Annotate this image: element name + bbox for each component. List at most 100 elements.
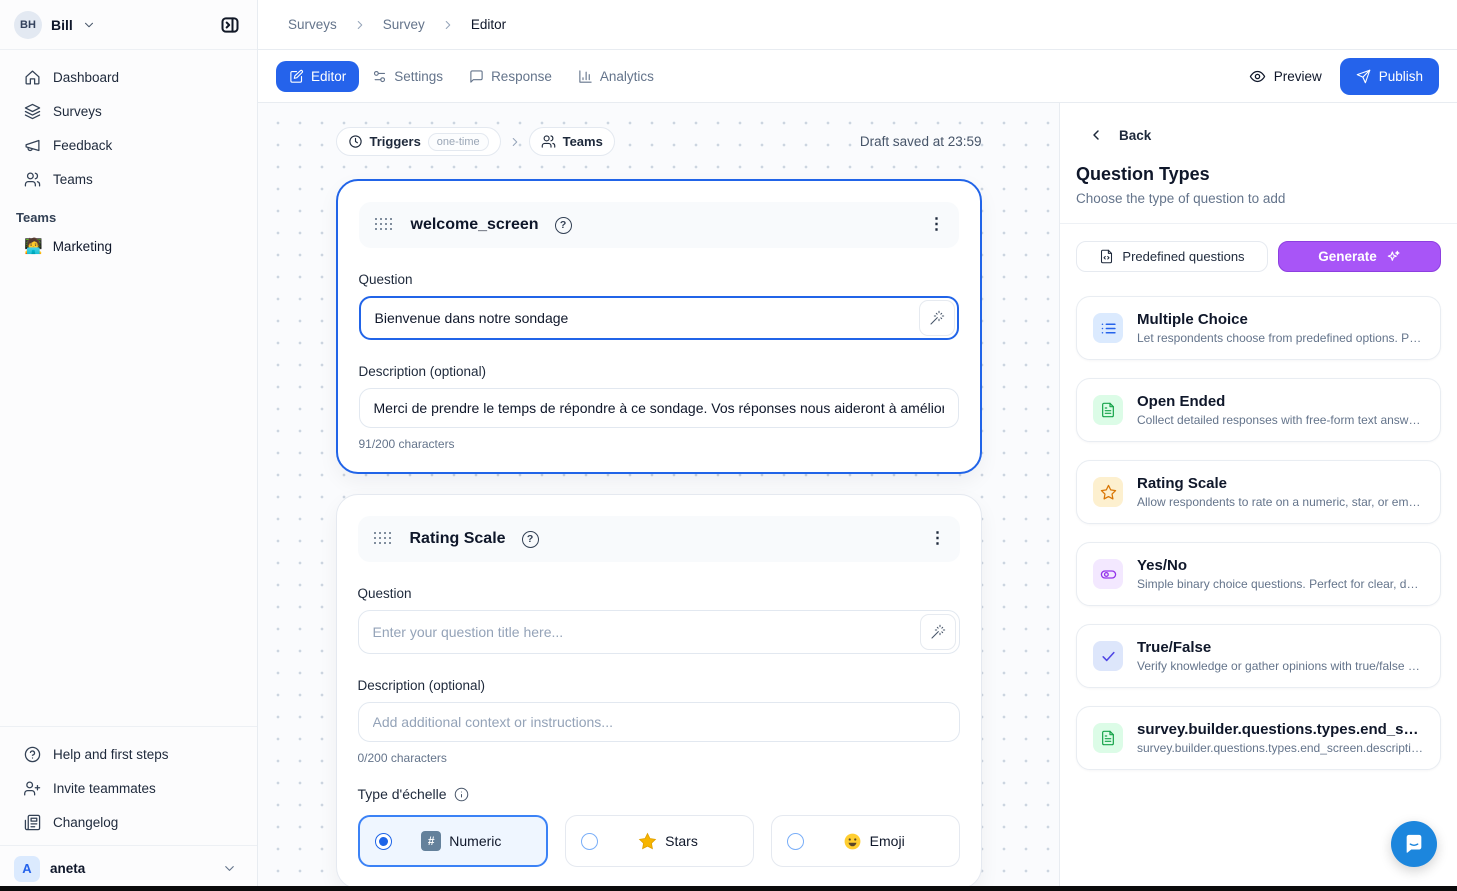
teams-pill-label: Teams — [563, 134, 603, 149]
kebab-menu-icon[interactable]: ⋮ — [930, 531, 946, 547]
sidebar-item-teams[interactable]: Teams — [0, 162, 257, 196]
sidebar-item-invite[interactable]: Invite teammates — [0, 771, 257, 805]
question-type-yes-no[interactable]: Yes/No Simple binary choice questions. P… — [1076, 542, 1441, 606]
chevron-down-icon — [222, 861, 237, 876]
drag-handle-icon[interactable] — [374, 532, 394, 547]
layers-icon — [24, 103, 41, 120]
triggers-pill[interactable]: Triggers one-time — [336, 127, 501, 156]
kebab-menu-icon[interactable]: ⋮ — [929, 217, 945, 233]
settings-icon — [372, 69, 387, 84]
panel-collapse-icon — [220, 15, 240, 35]
question-title-input[interactable] — [358, 610, 960, 654]
file-code-icon — [1099, 249, 1114, 264]
users-icon — [24, 171, 41, 188]
user-name: aneta — [50, 861, 85, 876]
chat-widget-button[interactable] — [1391, 821, 1437, 867]
workspace-switcher[interactable]: BH Bill — [0, 0, 257, 50]
scale-type-label: Type d'échelle — [358, 786, 447, 802]
magic-wand-button[interactable] — [920, 614, 956, 650]
content-row: Triggers one-time Teams Draft saved at 2… — [258, 103, 1457, 891]
chevron-left-icon — [1088, 127, 1104, 143]
tab-settings[interactable]: Settings — [359, 61, 456, 92]
sidebar-item-feedback[interactable]: Feedback — [0, 128, 257, 162]
teams-pill[interactable]: Teams — [529, 127, 615, 156]
newspaper-icon — [24, 814, 41, 831]
question-title-input[interactable] — [359, 296, 959, 340]
question-label: Question — [359, 272, 959, 287]
scale-option-numeric[interactable]: # Numeric — [358, 815, 549, 867]
drag-handle-icon[interactable] — [375, 218, 395, 233]
sidebar-collapse-button[interactable] — [215, 10, 245, 40]
tab-label: Editor — [311, 69, 346, 84]
preview-button[interactable]: Preview — [1249, 68, 1322, 85]
scale-option-stars[interactable]: Stars — [565, 815, 754, 867]
question-label: Question — [358, 586, 960, 601]
predefined-questions-button[interactable]: Predefined questions — [1076, 241, 1268, 272]
sidebar-item-help[interactable]: Help and first steps — [0, 737, 257, 771]
info-icon[interactable] — [454, 787, 469, 802]
question-type-end-screen[interactable]: survey.builder.questions.types.end_scr..… — [1076, 706, 1441, 770]
breadcrumb-surveys[interactable]: Surveys — [288, 17, 337, 32]
user-menu[interactable]: A aneta — [0, 845, 257, 891]
help-circle-icon[interactable]: ? — [555, 217, 572, 234]
number-keycap-icon: # — [421, 831, 441, 851]
char-count: 0/200 characters — [358, 751, 960, 765]
workspace-name: Bill — [51, 17, 73, 33]
file-text-icon — [1093, 723, 1123, 753]
editor-toolbar: Editor Settings Response Analytics Previ… — [258, 50, 1457, 103]
survey-canvas: Triggers one-time Teams Draft saved at 2… — [258, 103, 1059, 891]
tab-response[interactable]: Response — [456, 61, 565, 92]
sidebar-item-changelog[interactable]: Changelog — [0, 805, 257, 839]
tab-editor[interactable]: Editor — [276, 61, 359, 92]
question-type-multiple-choice[interactable]: Multiple Choice Let respondents choose f… — [1076, 296, 1441, 360]
sidebar-item-label: Help and first steps — [53, 747, 169, 762]
radio-selected-icon — [375, 833, 392, 850]
magic-wand-button[interactable] — [919, 300, 955, 336]
panel-subtitle: Choose the type of question to add — [1060, 191, 1457, 206]
sidebar-item-surveys[interactable]: Surveys — [0, 94, 257, 128]
question-type-text: Open Ended Collect detailed responses wi… — [1137, 393, 1424, 427]
question-card-welcome-screen[interactable]: welcome_screen ? ⋮ Question Description … — [336, 179, 982, 474]
question-type-text: Multiple Choice Let respondents choose f… — [1137, 311, 1424, 345]
question-type-true-false[interactable]: True/False Verify knowledge or gather op… — [1076, 624, 1441, 688]
tab-analytics[interactable]: Analytics — [565, 61, 667, 92]
question-type-rating-scale[interactable]: Rating Scale Allow respondents to rate o… — [1076, 460, 1441, 524]
sidebar: BH Bill Dashboard Surveys Feedback T — [0, 0, 258, 891]
help-circle-icon[interactable]: ? — [522, 531, 539, 548]
panel-divider — [1060, 223, 1457, 224]
publish-button[interactable]: Publish — [1340, 58, 1439, 95]
main-area: Surveys Survey Editor Editor Settings Re… — [258, 0, 1457, 891]
generate-label: Generate — [1318, 249, 1377, 264]
chevron-down-icon — [82, 18, 96, 32]
sidebar-item-label: Feedback — [53, 138, 112, 153]
bottom-screen-strip — [0, 886, 1457, 891]
description-label: Description (optional) — [358, 678, 960, 693]
question-type-open-ended[interactable]: Open Ended Collect detailed responses wi… — [1076, 378, 1441, 442]
smiley-emoji-icon — [843, 832, 862, 851]
scale-option-label: Stars — [665, 833, 698, 849]
generate-button[interactable]: Generate — [1278, 241, 1441, 272]
star-icon — [1093, 477, 1123, 507]
team-emoji-icon: 🧑‍💻 — [24, 237, 43, 255]
scale-option-emoji[interactable]: Emoji — [771, 815, 960, 867]
breadcrumb-survey[interactable]: Survey — [383, 17, 425, 32]
preview-label: Preview — [1274, 69, 1322, 84]
char-count: 91/200 characters — [359, 437, 959, 451]
tab-label: Settings — [394, 69, 443, 84]
description-label: Description (optional) — [359, 364, 959, 379]
help-circle-icon — [24, 746, 41, 763]
star-emoji-icon — [638, 832, 657, 851]
sidebar-team-marketing[interactable]: 🧑‍💻 Marketing — [0, 229, 257, 263]
question-card-rating-scale[interactable]: Rating Scale ? ⋮ Question Description (o… — [336, 494, 982, 889]
question-type-description: Let respondents choose from predefined o… — [1137, 331, 1424, 345]
sidebar-item-dashboard[interactable]: Dashboard — [0, 60, 257, 94]
question-description-input[interactable] — [359, 388, 959, 428]
back-button[interactable]: Back — [1060, 127, 1457, 143]
check-icon — [1093, 641, 1123, 671]
edit-icon — [289, 69, 304, 84]
question-card-title: Rating Scale — [410, 530, 506, 548]
question-type-title: survey.builder.questions.types.end_scr..… — [1137, 721, 1424, 738]
bar-chart-icon — [578, 69, 593, 84]
question-type-description: Verify knowledge or gather opinions with… — [1137, 659, 1424, 673]
question-description-input[interactable] — [358, 702, 960, 742]
